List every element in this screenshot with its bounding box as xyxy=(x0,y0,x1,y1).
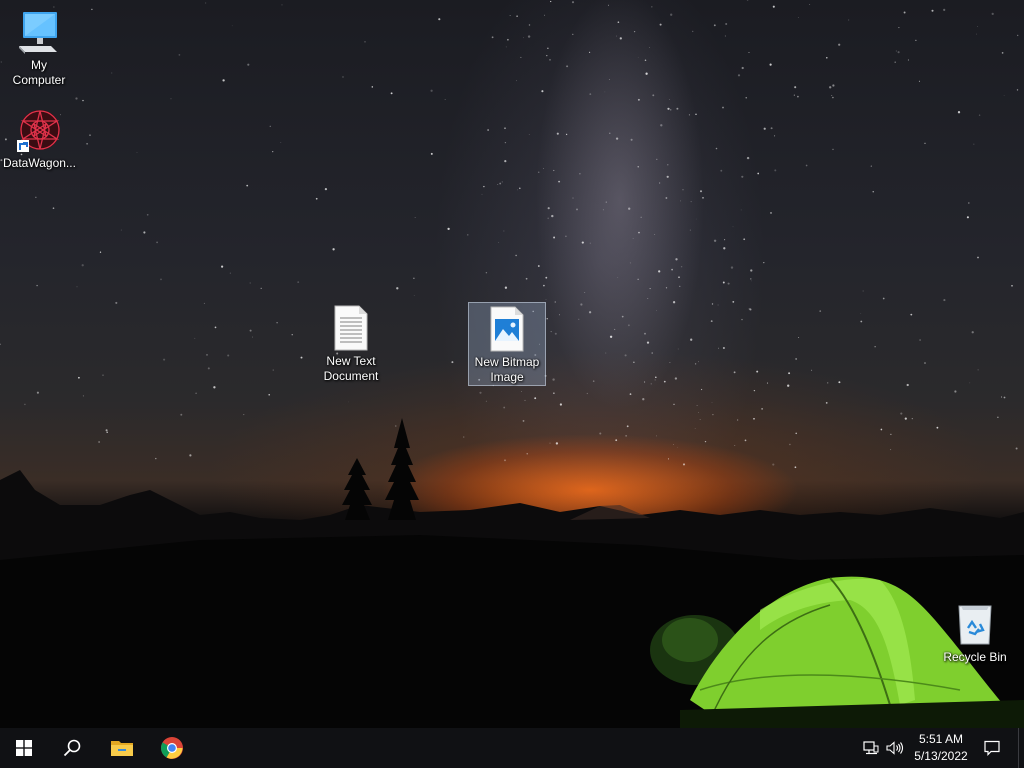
desktop-icon-label: New Bitmap Image xyxy=(474,355,540,384)
bitmap-image-icon xyxy=(490,306,524,352)
desktop-icon-label: Recycle Bin xyxy=(943,650,1007,664)
desktop-icon-label: My Computer xyxy=(12,58,66,87)
volume-tray-button[interactable] xyxy=(884,728,906,768)
action-center-button[interactable] xyxy=(978,728,1006,768)
taskbar: 5:51 AM 5/13/2022 xyxy=(0,728,1024,768)
show-desktop-button[interactable] xyxy=(1018,728,1024,768)
taskbar-chrome[interactable] xyxy=(148,728,196,768)
volume-icon xyxy=(886,741,904,755)
search-button[interactable] xyxy=(48,728,96,768)
folder-icon xyxy=(111,741,133,756)
desktop-icon-datawagon[interactable]: DataWagon... xyxy=(1,106,77,171)
windows-start-icon xyxy=(16,740,32,756)
datawagon-shortcut-icon xyxy=(17,110,60,152)
desktop-icon-label: New Text Document xyxy=(323,354,379,383)
network-icon xyxy=(863,741,879,755)
recycle-bin-icon xyxy=(958,605,992,645)
desktop-icon-recycle-bin[interactable]: Recycle Bin xyxy=(937,600,1013,665)
clock-time: 5:51 AM xyxy=(918,732,964,746)
network-tray-button[interactable] xyxy=(860,728,882,768)
taskbar-file-explorer[interactable] xyxy=(98,728,146,768)
search-icon xyxy=(63,739,81,757)
start-button[interactable] xyxy=(0,728,48,768)
chrome-icon xyxy=(161,737,183,759)
clock-date: 5/13/2022 xyxy=(914,749,968,763)
desktop-icon-new-text-document[interactable]: New Text Document xyxy=(313,304,389,384)
system-clock[interactable]: 5:51 AM 5/13/2022 xyxy=(906,731,976,765)
desktop-icon-new-bitmap-image[interactable]: New Bitmap Image xyxy=(468,302,546,386)
notification-icon xyxy=(984,740,1000,756)
computer-icon xyxy=(19,12,57,54)
desktop-icon-label: DataWagon... xyxy=(3,156,76,170)
text-document-icon xyxy=(334,305,368,351)
desktop-icon-my-computer[interactable]: My Computer xyxy=(1,8,77,88)
